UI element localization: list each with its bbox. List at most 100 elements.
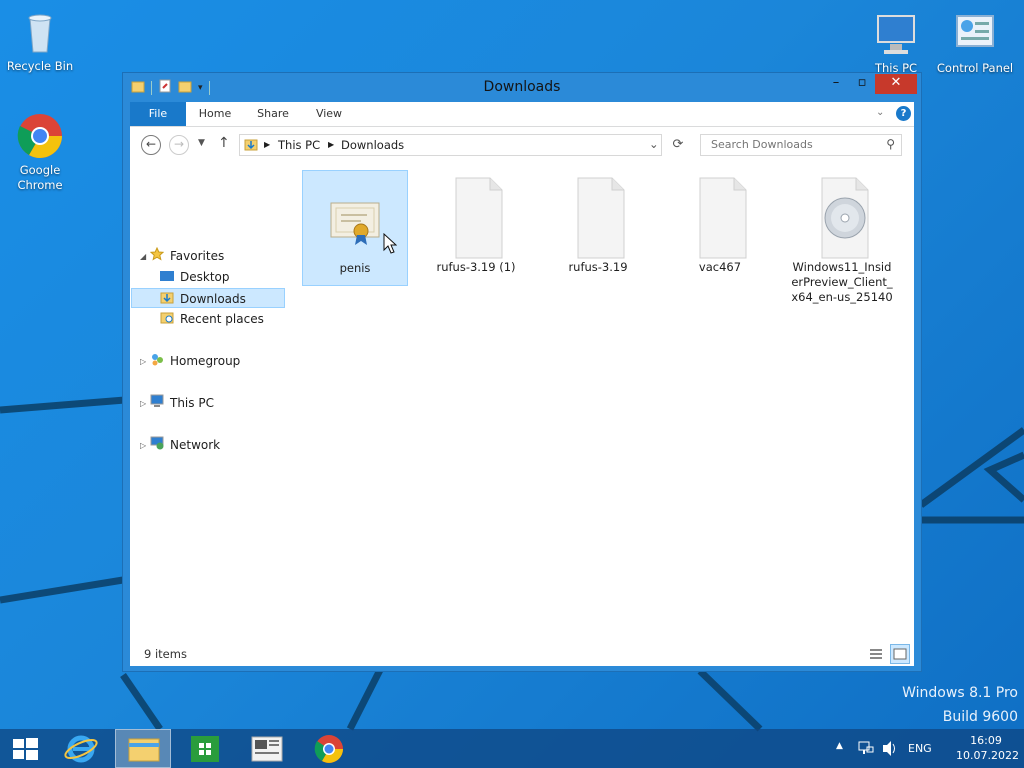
nav-label: Desktop: [180, 270, 230, 284]
search-icon[interactable]: ⚲: [886, 137, 895, 151]
recycle-bin-icon: [16, 8, 64, 56]
ribbon: File Home Share View ⌄ ?: [130, 102, 914, 127]
taskbar-chrome[interactable]: [301, 729, 357, 768]
folder-download-icon: [244, 137, 258, 154]
breadcrumb-downloads[interactable]: Downloads: [341, 138, 404, 152]
show-hidden-icons-button[interactable]: ▲: [832, 729, 852, 768]
tab-share[interactable]: Share: [250, 102, 296, 126]
desktop-icon-control-panel[interactable]: Control Panel: [935, 10, 1015, 76]
file-explorer-icon: [128, 738, 160, 762]
search-box[interactable]: ⚲: [700, 134, 902, 156]
control-panel-icon: [951, 10, 999, 58]
details-view-icon[interactable]: [868, 646, 884, 662]
status-bar: 9 items: [130, 642, 914, 666]
nav-label: Favorites: [170, 249, 225, 263]
expand-icon[interactable]: ▷: [140, 399, 146, 408]
file-item[interactable]: penis: [302, 170, 408, 286]
refresh-button[interactable]: ⟳: [668, 135, 688, 155]
window-title: Downloads: [483, 79, 561, 95]
tab-file[interactable]: File: [130, 102, 186, 126]
file-item[interactable]: Windows11_InsiderPreview_Client_x64_en-u…: [790, 170, 894, 304]
desktop-icon-this-pc[interactable]: This PC: [856, 10, 936, 76]
disc-image-icon: [810, 176, 876, 260]
nav-this-pc[interactable]: This PC: [150, 393, 214, 413]
chrome-icon: [16, 112, 64, 160]
maximize-button[interactable]: ▫: [849, 74, 875, 94]
blank-file-icon: [566, 176, 632, 260]
desktop-icon-label: Recycle Bin: [6, 59, 74, 73]
nav-favorites[interactable]: Favorites: [149, 246, 225, 267]
nav-downloads[interactable]: Downloads: [131, 288, 285, 308]
back-button[interactable]: ←: [141, 135, 161, 155]
desktop-icon-recycle-bin[interactable]: Recycle Bin: [0, 8, 80, 74]
volume-tray-icon[interactable]: [880, 729, 900, 768]
desktop-icon-chrome[interactable]: Google Chrome: [0, 112, 80, 193]
forward-button[interactable]: →: [169, 135, 189, 155]
file-list: penis rufus-3.19 (1) rufus-3.19 vac467 W…: [302, 170, 915, 630]
nav-label: This PC: [170, 396, 214, 410]
nav-recent-places[interactable]: Recent places: [160, 309, 264, 329]
nav-label: Network: [170, 438, 221, 452]
nav-desktop[interactable]: Desktop: [160, 267, 230, 287]
address-bar: ← → ▼ ↑ ▶ This PC ▶ Downloads ⌄ ⟳ ⚲: [130, 127, 914, 162]
desktop-icon-label: Control Panel: [936, 61, 1014, 75]
content-area: ◢ Favorites Desktop Downloads Recent pla…: [130, 162, 914, 666]
tab-home[interactable]: Home: [192, 102, 238, 126]
close-button[interactable]: ✕: [875, 74, 917, 94]
expand-icon[interactable]: ▷: [140, 441, 146, 450]
certificate-icon: [323, 177, 389, 261]
blank-file-icon: [688, 176, 754, 260]
taskbar-file-explorer[interactable]: [115, 729, 171, 768]
search-input[interactable]: [709, 137, 883, 152]
nav-label: Recent places: [180, 312, 264, 326]
mouse-cursor: [383, 233, 397, 254]
clock[interactable]: 16:09 10.07.2022: [956, 733, 1019, 763]
desktop: Recycle Bin Google Chrome This PC Contro…: [0, 0, 1024, 768]
large-icons-view-icon[interactable]: [890, 644, 910, 664]
explorer-window: ▾ Downloads – ▫ ✕ File Home Share View ⌄…: [123, 73, 921, 671]
tab-view[interactable]: View: [306, 102, 352, 126]
taskbar-internet-explorer[interactable]: [53, 729, 109, 768]
file-item[interactable]: rufus-3.19 (1): [424, 170, 528, 284]
nav-label: Homegroup: [170, 354, 241, 368]
nav-label: Downloads: [180, 292, 246, 306]
breadcrumb-this-pc[interactable]: This PC: [278, 138, 320, 152]
internet-explorer-icon: [64, 735, 98, 763]
language-indicator[interactable]: ENG: [908, 729, 938, 768]
minimize-button[interactable]: –: [823, 74, 849, 94]
download-folder-icon: [160, 290, 174, 310]
nav-homegroup[interactable]: Homegroup: [150, 351, 240, 371]
collapse-icon[interactable]: ◢: [140, 252, 146, 261]
address-dropdown-icon[interactable]: ⌄: [649, 137, 659, 151]
help-icon[interactable]: ?: [896, 106, 911, 121]
file-item[interactable]: vac467: [668, 170, 772, 284]
computer-icon: [872, 10, 920, 58]
network-icon: [150, 436, 164, 456]
network-tray-icon[interactable]: [856, 729, 876, 768]
taskbar-news[interactable]: [239, 729, 295, 768]
address-box[interactable]: ▶ This PC ▶ Downloads ⌄: [239, 134, 662, 156]
file-name: vac467: [698, 260, 742, 274]
expand-icon[interactable]: ▷: [140, 357, 146, 366]
start-icon: [13, 738, 38, 760]
file-item[interactable]: rufus-3.19: [546, 170, 650, 284]
navigation-pane: ◢ Favorites Desktop Downloads Recent pla…: [130, 162, 290, 642]
homegroup-icon: [150, 352, 164, 372]
title-bar[interactable]: ▾ Downloads – ▫ ✕: [123, 73, 921, 102]
file-name: rufus-3.19 (1): [436, 260, 516, 274]
start-button[interactable]: [0, 729, 50, 768]
taskbar: ▲ ENG 16:09 10.07.2022: [0, 729, 1024, 768]
chevron-up-icon: ▲: [836, 741, 843, 751]
star-icon: [149, 246, 165, 267]
up-button[interactable]: ↑: [218, 135, 230, 151]
recent-places-icon: [160, 310, 174, 330]
clock-date: 10.07.2022: [956, 749, 1019, 762]
nav-network[interactable]: Network: [150, 435, 220, 455]
file-name: Windows11_InsiderPreview_Client_x64_en-u…: [791, 260, 893, 304]
desktop-icon-label: Google Chrome: [17, 163, 63, 192]
store-icon: [191, 736, 219, 762]
taskbar-store[interactable]: [177, 729, 233, 768]
expand-ribbon-icon[interactable]: ⌄: [876, 107, 884, 118]
breadcrumb-separator: ▶: [264, 140, 271, 149]
recent-locations-icon[interactable]: ▼: [198, 138, 205, 148]
